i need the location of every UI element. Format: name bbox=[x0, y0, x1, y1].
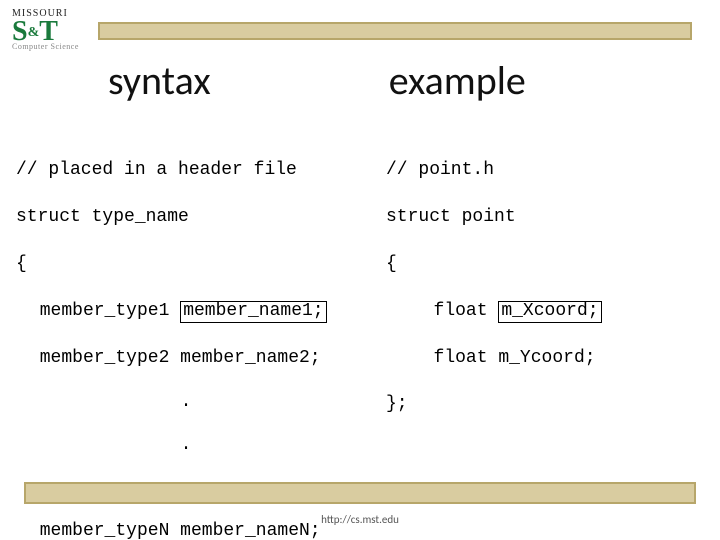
syntax-column: // placed in a header file struct type_n… bbox=[16, 136, 386, 540]
example-line-1: // point.h bbox=[386, 159, 706, 182]
highlight-box-member-name: member_name1; bbox=[180, 301, 326, 323]
top-rule bbox=[98, 22, 692, 40]
highlight-box-m-xcoord: m_Xcoord; bbox=[498, 301, 601, 323]
logo-subtext: Computer Science bbox=[12, 42, 84, 51]
syntax-dots-1: . bbox=[86, 393, 286, 412]
syntax-line-3: { bbox=[16, 253, 386, 276]
logo-amp: & bbox=[28, 27, 40, 40]
syntax-dots-2: . bbox=[86, 436, 286, 455]
example-line-5: float m_Ycoord; bbox=[386, 347, 706, 370]
headings-row: syntax example bbox=[0, 56, 720, 105]
footer-url: http://cs.mst.edu bbox=[0, 513, 720, 526]
body: // placed in a header file struct type_n… bbox=[16, 136, 706, 540]
syntax-line-1: // placed in a header file bbox=[16, 159, 386, 182]
example-line-3: { bbox=[386, 253, 706, 276]
logo: MISSOURI S & T Computer Science bbox=[12, 8, 84, 51]
example-column: // point.h struct point { float m_Xcoord… bbox=[386, 136, 706, 540]
syntax-line-5-text: member_type2 member_name2; bbox=[40, 348, 321, 368]
heading-example: example bbox=[389, 56, 526, 105]
slide: MISSOURI S & T Computer Science syntax e… bbox=[0, 0, 720, 540]
logo-t: T bbox=[39, 19, 58, 44]
logo-s: S bbox=[12, 19, 28, 44]
example-line-4a: float bbox=[434, 301, 499, 321]
example-line-4: float m_Xcoord; bbox=[386, 300, 706, 323]
syntax-line-5: member_type2 member_name2; bbox=[16, 347, 386, 370]
syntax-line-2: struct type_name bbox=[16, 206, 386, 229]
example-line-6: }; bbox=[386, 393, 706, 416]
syntax-line-4: member_type1 member_name1; bbox=[16, 300, 386, 323]
syntax-line-4a: member_type1 bbox=[40, 301, 180, 321]
logo-mark: S & T bbox=[12, 19, 84, 44]
example-line-5-text: float m_Ycoord; bbox=[434, 348, 596, 368]
heading-syntax: syntax bbox=[108, 56, 211, 105]
bottom-rule bbox=[24, 482, 696, 504]
example-line-2: struct point bbox=[386, 206, 706, 229]
